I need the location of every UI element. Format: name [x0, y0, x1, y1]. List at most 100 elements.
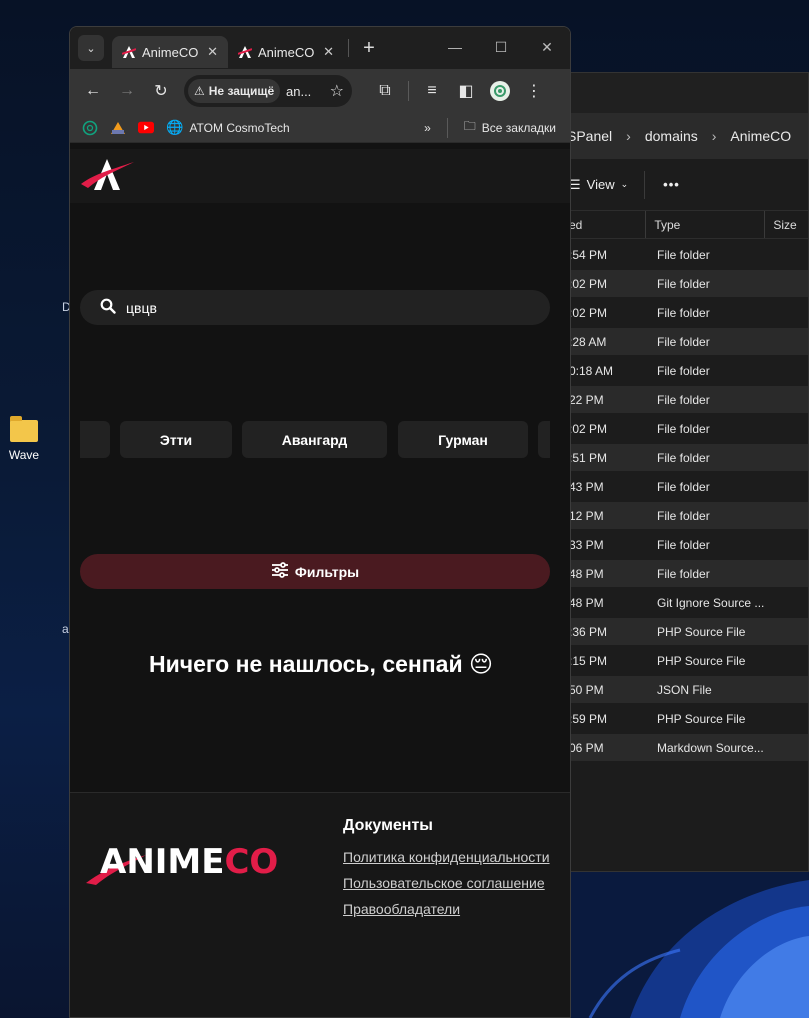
- type-cell: JSON File: [657, 682, 712, 697]
- user-agreement-link[interactable]: Пользовательское соглашение: [343, 875, 550, 891]
- tab-search-button[interactable]: ⌄: [78, 35, 104, 61]
- view-label: View: [586, 177, 615, 192]
- sliders-icon: [271, 562, 289, 581]
- table-row[interactable]: 43 PM File folder: [563, 473, 808, 500]
- modified-cell: :36 PM: [569, 624, 608, 639]
- genre-chip-avangard[interactable]: Авангард: [242, 421, 387, 458]
- type-cell: PHP Source File: [657, 711, 746, 726]
- bookmark-star-icon[interactable]: ☆: [330, 81, 344, 101]
- table-row[interactable]: 0:18 AM File folder: [563, 357, 808, 384]
- globe-icon: 🌐: [166, 119, 184, 135]
- more-bookmarks-icon[interactable]: »: [424, 121, 431, 135]
- extensions-button[interactable]: ⧉: [370, 76, 400, 106]
- close-window-icon[interactable]: ✕: [524, 27, 570, 67]
- table-row[interactable]: :15 PM PHP Source File: [563, 647, 808, 674]
- privacy-policy-link[interactable]: Политика конфиденциальности: [343, 849, 550, 865]
- documents-heading: Документы: [343, 817, 433, 834]
- table-row[interactable]: :51 PM File folder: [563, 444, 808, 471]
- site-footer: ANIMECO Документы Политика конфиденциаль…: [70, 792, 570, 1017]
- logo-accent: CO: [224, 842, 279, 882]
- breadcrumb-item-domains[interactable]: domains: [645, 128, 698, 144]
- bookmarks-divider: [446, 117, 448, 138]
- logo-main: ANIME: [100, 842, 225, 882]
- modified-cell: :15 PM: [569, 653, 608, 668]
- all-bookmarks-label: Все закладки: [481, 120, 556, 135]
- tab-animeco-active[interactable]: AnimeCO ✕: [112, 36, 228, 68]
- chatgpt-bookmark-icon[interactable]: [82, 120, 98, 136]
- tab-animeco[interactable]: AnimeCO ✕: [228, 36, 344, 68]
- reload-icon: ↻: [154, 83, 168, 100]
- column-header-type[interactable]: Type: [646, 211, 766, 238]
- media-controls-button[interactable]: ≡: [417, 76, 447, 106]
- toolbar-divider: [644, 170, 646, 199]
- all-bookmarks-button[interactable]: 🗀 Все закладки: [464, 117, 556, 138]
- genre-chip-gurman[interactable]: Гурман: [398, 421, 528, 458]
- desktop-fragment-a: a: [62, 622, 69, 636]
- table-row[interactable]: 12 PM File folder: [563, 502, 808, 529]
- new-tab-button[interactable]: +: [359, 37, 379, 60]
- chevron-right-icon: ›: [711, 128, 717, 144]
- modified-cell: :02 PM: [569, 421, 608, 436]
- side-panel-button[interactable]: ◧: [451, 76, 481, 106]
- genre-chip-partial[interactable]: [538, 421, 550, 458]
- table-row[interactable]: :36 PM PHP Source File: [563, 618, 808, 645]
- view-button[interactable]: ☰ View ⌄: [569, 177, 628, 193]
- modified-cell: 06 PM: [569, 740, 604, 755]
- address-bar[interactable]: ⚠ Не защищё an... ☆: [184, 75, 352, 107]
- genre-chip-partial[interactable]: [80, 421, 110, 458]
- youtube-bookmark-icon[interactable]: [138, 120, 154, 136]
- back-button[interactable]: ←: [78, 76, 108, 106]
- table-row[interactable]: :02 PM File folder: [563, 415, 808, 442]
- tab-title: AnimeCO: [258, 44, 315, 60]
- table-row[interactable]: 48 PM Git Ignore Source ...: [563, 589, 808, 616]
- footer-logo[interactable]: ANIMECO: [86, 845, 278, 885]
- table-row[interactable]: :02 PM File folder: [563, 299, 808, 326]
- breadcrumb: SPanel › domains › AnimeCO: [561, 113, 808, 159]
- table-row[interactable]: :54 PM File folder: [563, 241, 808, 268]
- column-header-size[interactable]: Size: [765, 211, 808, 238]
- logo-wordmark: ANIMECO: [86, 845, 278, 879]
- table-row[interactable]: :59 PM PHP Source File: [563, 705, 808, 732]
- table-row[interactable]: 48 PM File folder: [563, 560, 808, 587]
- desktop-icon-label: Wave: [8, 448, 40, 462]
- copyright-holders-link[interactable]: Правообладатели: [343, 901, 550, 917]
- table-row[interactable]: 22 PM File folder: [563, 386, 808, 413]
- search-input[interactable]: цвцв: [126, 300, 157, 316]
- maximize-icon[interactable]: ☐: [478, 27, 524, 67]
- site-security-chip[interactable]: ⚠ Не защищё: [188, 79, 280, 103]
- type-cell: File folder: [657, 305, 710, 320]
- search-field[interactable]: цвцв: [80, 290, 550, 325]
- desktop-folder-wave[interactable]: Wave: [4, 416, 44, 462]
- site-header: [70, 149, 570, 203]
- chevron-right-icon: ›: [626, 128, 631, 144]
- table-row[interactable]: 33 PM File folder: [563, 531, 808, 558]
- type-cell: File folder: [657, 392, 710, 407]
- table-row[interactable]: :02 PM File folder: [563, 270, 808, 297]
- pma-bookmark-icon[interactable]: [110, 120, 126, 136]
- more-options-button[interactable]: •••: [663, 177, 680, 192]
- modified-cell: :51 PM: [569, 450, 608, 465]
- documents-section: Документы Политика конфиденциальности По…: [343, 817, 550, 927]
- close-tab-icon[interactable]: ✕: [207, 44, 218, 60]
- animeco-logo-icon[interactable]: [80, 156, 136, 197]
- forward-button[interactable]: →: [112, 76, 142, 106]
- file-list: :54 PM File folder:02 PM File folder:02 PM…: [561, 241, 808, 761]
- genre-chip-etti[interactable]: Этти: [120, 421, 232, 458]
- table-row[interactable]: :28 AM File folder: [563, 328, 808, 355]
- minimize-icon[interactable]: —: [432, 27, 478, 67]
- modified-cell: 22 PM: [569, 392, 604, 407]
- close-tab-icon[interactable]: ✕: [323, 44, 334, 60]
- bookmark-atom-cosmotech[interactable]: 🌐 ATOM CosmoTech: [166, 119, 290, 136]
- reload-button[interactable]: ↻: [146, 76, 176, 106]
- breadcrumb-item-animeco[interactable]: AnimeCO: [730, 128, 791, 144]
- profile-button[interactable]: [485, 76, 515, 106]
- modified-cell: 48 PM: [569, 595, 604, 610]
- file-explorer-window: SPanel › domains › AnimeCO ☰ View ⌄ ••• …: [560, 72, 809, 872]
- table-row[interactable]: 50 PM JSON File: [563, 676, 808, 703]
- table-row[interactable]: 06 PM Markdown Source...: [563, 734, 808, 761]
- column-header-modified[interactable]: ed: [561, 211, 647, 238]
- filters-button[interactable]: Фильтры: [80, 554, 550, 589]
- browser-menu-button[interactable]: ⋮: [519, 76, 549, 106]
- breadcrumb-item-spanel[interactable]: SPanel: [567, 128, 612, 144]
- side-panel-icon: ◧: [458, 83, 474, 100]
